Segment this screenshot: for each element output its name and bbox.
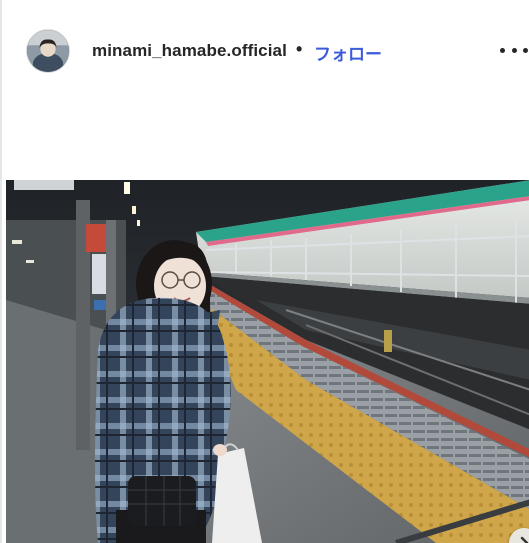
post-header: minami_hamabe.official • フォロー	[2, 0, 529, 100]
username-link[interactable]: minami_hamabe.official	[92, 41, 287, 61]
follow-button[interactable]: フォロー	[314, 40, 382, 65]
post-photo[interactable]	[6, 180, 529, 543]
more-options-icon[interactable]	[500, 38, 528, 62]
chevron-right-icon	[520, 536, 529, 543]
profile-avatar[interactable]	[26, 29, 70, 73]
instagram-post: minami_hamabe.official • フォロー	[0, 0, 529, 543]
separator-dot: •	[296, 39, 303, 59]
